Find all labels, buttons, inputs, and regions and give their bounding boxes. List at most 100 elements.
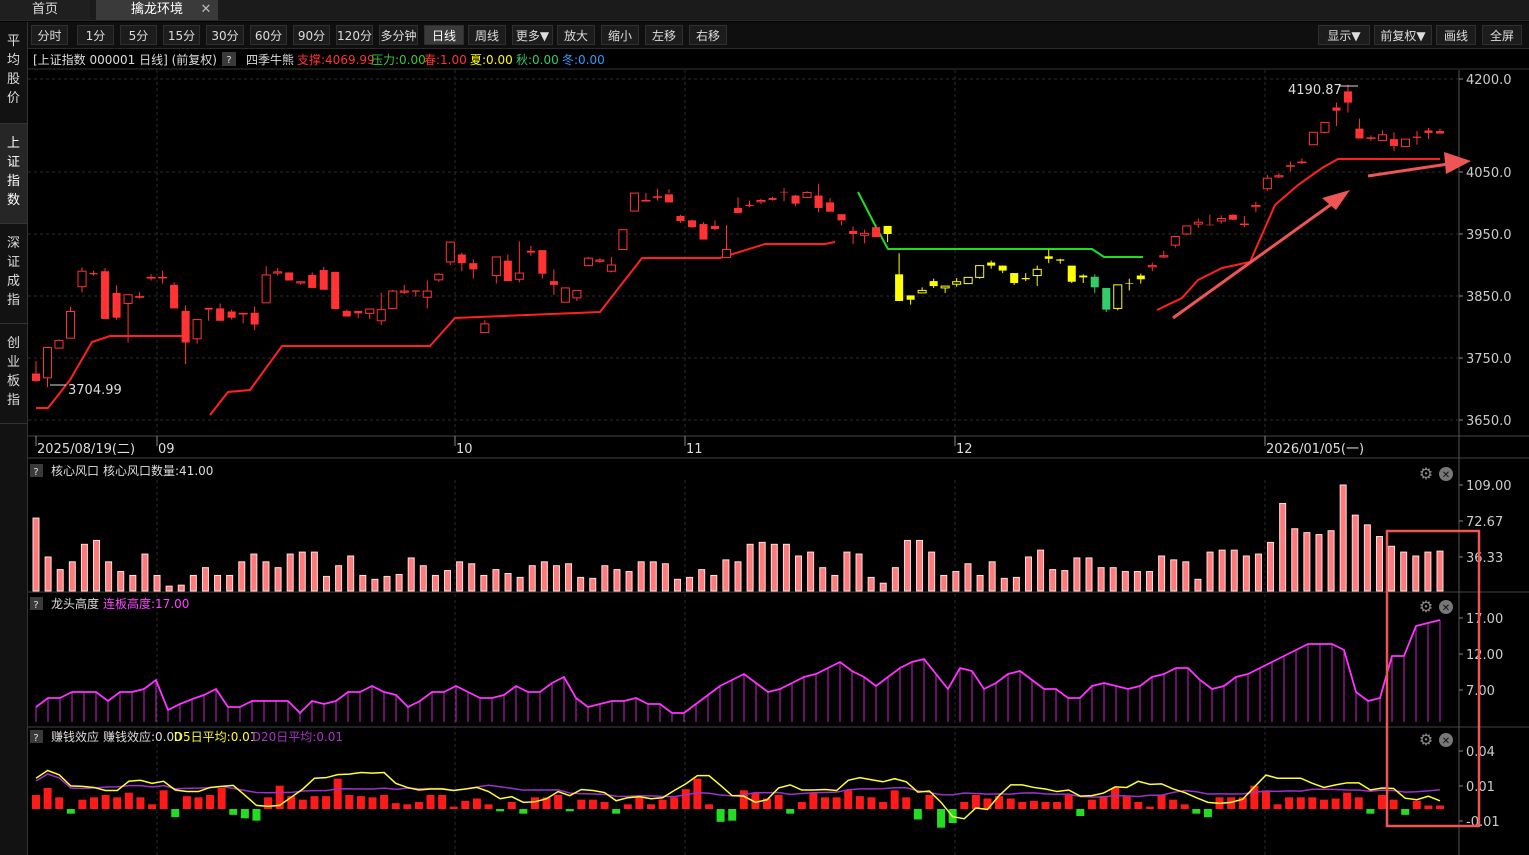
sidebar-index-0[interactable]: 平均股价 (0, 22, 27, 124)
toolbar-right-button-2[interactable]: 画线 (1436, 25, 1476, 45)
sub1-bar-42 (540, 561, 548, 592)
toolbar-right-button-0[interactable]: 显示▼ (1318, 25, 1370, 45)
sub3-bar-81 (971, 795, 980, 809)
sub3-bar-64 (774, 795, 783, 809)
sub3-bar-95 (1134, 802, 1143, 809)
help-icon-text: ? (226, 55, 231, 66)
sub1-bar-66 (831, 574, 839, 592)
sub1-bar-4 (80, 543, 88, 592)
chart-title: [上证指数 000001 日线] (前复权) (33, 52, 217, 67)
sub1-bar-27 (359, 574, 367, 592)
toolbar-button-10[interactable]: 周线 (468, 25, 506, 45)
sub3-bar-45 (554, 795, 563, 809)
sub1-bar-26 (347, 555, 355, 592)
sub1-bar-6 (105, 561, 113, 592)
sub3-bar-5 (90, 797, 99, 809)
sub3-bar-73 (879, 802, 888, 809)
sub1-bar-89 (1109, 567, 1117, 592)
sub1-bar-3 (68, 561, 76, 592)
sub1-bar-16 (226, 574, 234, 592)
sub1-bar-46 (589, 577, 597, 592)
sub3-bar-29 (368, 797, 377, 809)
tab-home[interactable]: 首页 (0, 0, 90, 20)
candle-body-103 (1216, 218, 1226, 222)
stock-chart[interactable]: [上证指数 000001 日线] (前复权)? 四季牛熊 支撑:4069.99压力:… (28, 48, 1529, 855)
toolbar-button-6[interactable]: 90分 (293, 25, 330, 45)
sub1-bar-84 (1049, 569, 1057, 592)
toolbar-button-3[interactable]: 15分 (163, 25, 200, 45)
sub1-bar-92 (1146, 571, 1154, 592)
sub3-bar-111 (1319, 799, 1328, 809)
sub1-bar-40 (516, 576, 524, 592)
date-label-4: 12 (956, 442, 973, 457)
candle-body-42 (514, 272, 524, 280)
candle-body-107 (1262, 177, 1272, 190)
sub3-bar-23 (298, 799, 307, 809)
sub1-bar-24 (322, 575, 330, 592)
sub3-bar-15 (206, 795, 215, 809)
candle-body-57 (687, 220, 696, 228)
close-icon[interactable]: ✕ (198, 0, 214, 20)
toolbar-button-14[interactable]: 左移 (645, 25, 683, 45)
toolbar-button-13[interactable]: 缩小 (601, 25, 639, 45)
sub3-tick-label-0: 0.04 (1466, 745, 1495, 760)
sub1-bar-65 (819, 567, 827, 592)
sub3-bar-18 (240, 809, 249, 819)
toolbar-button-4[interactable]: 30分 (206, 25, 244, 45)
candle-body-75 (895, 274, 904, 301)
sub3-bar-85 (1018, 802, 1027, 809)
sub1-bar-107 (1327, 530, 1335, 592)
sub3-bar-72 (867, 797, 876, 809)
candle-body-111 (1308, 131, 1318, 146)
candle-body-33 (411, 290, 420, 292)
sub2-close-icon: ✕ (1442, 603, 1450, 614)
sub1-bar-37 (480, 574, 488, 592)
candle-body-17 (227, 311, 236, 318)
sub1-bar-34 (444, 570, 452, 592)
sidebar-index-3[interactable]: 创业板指 (0, 324, 27, 424)
sub3-bar-24 (310, 796, 319, 809)
sub3-bar-27 (345, 795, 354, 809)
candle-body-53 (641, 200, 651, 202)
sub1-bar-87 (1085, 557, 1093, 592)
toolbar-button-12[interactable]: 放大 (557, 25, 595, 45)
sub1-bar-76 (952, 571, 960, 592)
sub1-bar-55 (698, 569, 706, 592)
toolbar-button-0[interactable]: 分时 (31, 25, 68, 45)
sub3-bar-32 (403, 804, 412, 809)
toolbar-button-2[interactable]: 5分 (120, 25, 157, 45)
sub1-bar-69 (867, 576, 875, 592)
sub1-bar-51 (649, 561, 657, 592)
sub1-bar-113 (1400, 551, 1408, 592)
candle-body-98 (1159, 255, 1169, 258)
toolbar-button-7[interactable]: 120分 (336, 25, 373, 45)
sub1-bar-105 (1303, 532, 1311, 592)
toolbar-right-button-1[interactable]: 前复权▼ (1374, 25, 1432, 45)
drawn-arrow-1 (1172, 196, 1341, 320)
toolbar-button-8[interactable]: 多分钟 (379, 25, 418, 45)
sidebar-index-1[interactable]: 上证指数 (0, 124, 27, 224)
sub3-bar-78 (937, 809, 946, 828)
sub3-bar-75 (902, 797, 911, 809)
sub1-bar-45 (577, 576, 585, 592)
sub3-bar-2 (55, 797, 64, 809)
candle-body-2 (54, 340, 64, 349)
candle-body-31 (388, 290, 398, 309)
sub1-bar-8 (129, 574, 137, 592)
sub1-bar-81 (1012, 576, 1020, 592)
candle-body-23 (296, 281, 306, 284)
toolbar-button-15[interactable]: 右移 (689, 25, 727, 45)
toolbar-button-5[interactable]: 60分 (250, 25, 287, 45)
toolbar-button-9[interactable]: 日线 (424, 25, 464, 45)
sidebar-index-2[interactable]: 深证成指 (0, 224, 27, 324)
candle-body-122 (1435, 131, 1445, 134)
sub3-bar-98 (1169, 799, 1178, 809)
sub3-bar-76 (913, 809, 922, 820)
toolbar-button-11[interactable]: 更多▼ (512, 25, 553, 45)
sub1-bar-83 (1037, 549, 1045, 592)
candle-body-108 (1274, 175, 1284, 178)
sub1-bar-53 (673, 578, 681, 592)
toolbar-button-1[interactable]: 1分 (77, 25, 114, 45)
toolbar-right-button-3[interactable]: 全屏 (1482, 25, 1522, 45)
sub3-bar-112 (1331, 798, 1340, 809)
